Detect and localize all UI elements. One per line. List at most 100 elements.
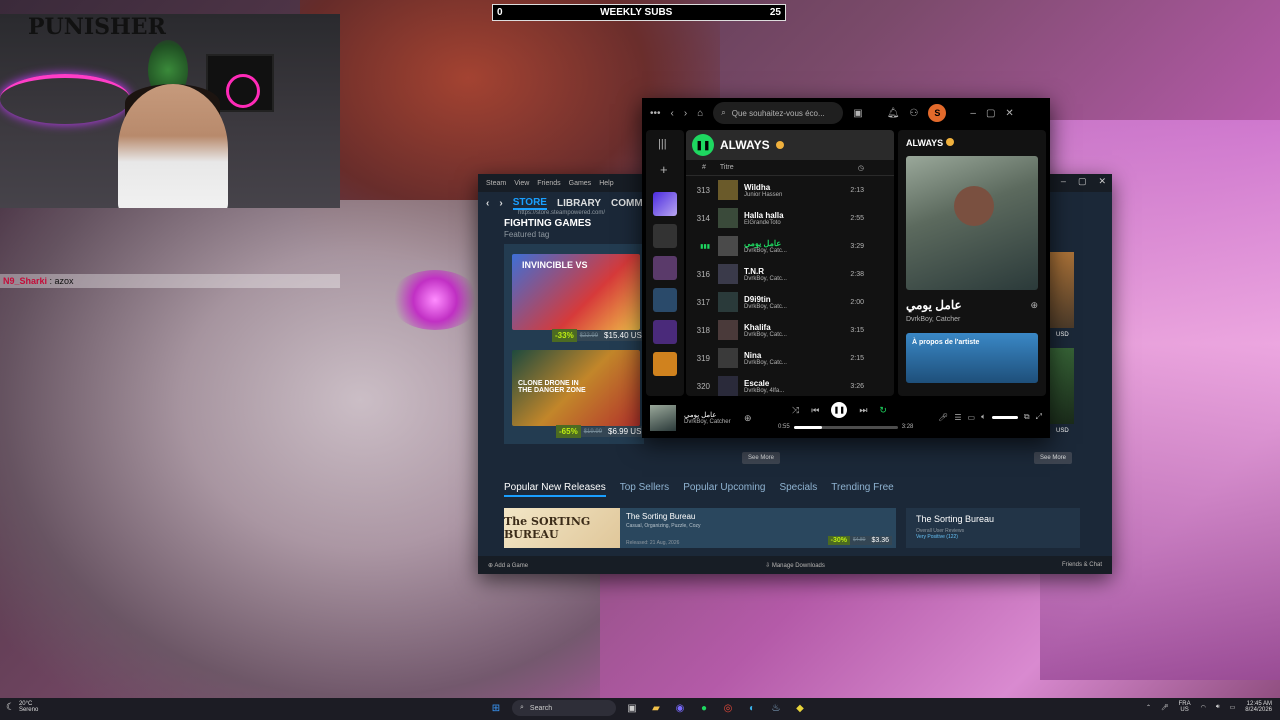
panel-title: ALWAYS [906, 138, 1038, 148]
forward-arrow-icon[interactable]: › [684, 108, 687, 119]
playlist-item[interactable] [653, 320, 677, 344]
tab-trending-free[interactable]: Trending Free [831, 482, 893, 497]
pause-button[interactable]: ❚❚ [831, 402, 848, 418]
forward-arrow-icon[interactable]: › [499, 198, 502, 209]
track-row[interactable]: 313 Wildha Junior Hassen 2:13 [686, 176, 894, 204]
price-block: -33% $22.99 $15.40 USD [552, 329, 651, 342]
playlist-title: ALWAYS [720, 138, 770, 152]
tab-store[interactable]: STORE [512, 197, 547, 210]
add-to-library-icon[interactable]: ⊕ [1030, 300, 1038, 311]
windows-start-icon[interactable]: ⊞ [488, 700, 504, 716]
miniplayer-icon[interactable]: ⧉ [1024, 412, 1030, 422]
track-row[interactable]: 320 Escale DvrkBoy, 4lfa... 3:26 [686, 372, 894, 396]
language-indicator[interactable]: FRA US [1179, 701, 1191, 713]
file-explorer-icon[interactable]: ▰ [648, 700, 664, 716]
playlist-item[interactable] [653, 288, 677, 312]
playlist-item[interactable] [653, 256, 677, 280]
bell-icon[interactable]: 🔔︎ [887, 108, 900, 119]
add-game-button[interactable]: ⊕ Add a Game [488, 562, 528, 569]
spotify-icon[interactable]: ● [696, 700, 712, 716]
minimize-icon[interactable]: – [970, 108, 976, 119]
search-icon: ⌕ [520, 704, 524, 711]
maximize-icon[interactable]: ▢ [986, 108, 995, 119]
track-row[interactable]: 314 Halla halla ElGrandeToto 2:55 [686, 204, 894, 232]
game-card-clone-drone[interactable]: CLONE DRONE IN THE DANGER ZONE [512, 350, 640, 426]
previous-icon[interactable]: ⏮︎ [811, 405, 819, 416]
playlist-item[interactable] [653, 224, 677, 248]
manage-downloads-button[interactable]: ⇩ Manage Downloads [765, 562, 825, 569]
discord-icon[interactable]: ◉ [672, 700, 688, 716]
see-more-button[interactable]: See More [742, 452, 781, 464]
battery-icon[interactable]: ▭ [1230, 704, 1236, 711]
progress-bar[interactable] [793, 425, 898, 429]
queue-icon[interactable]: ☰ [954, 413, 961, 422]
volume-icon[interactable]: 🔈︎ [981, 412, 986, 422]
weather-widget[interactable]: ☾ 20°C Sereno [6, 701, 38, 713]
track-row[interactable]: 319 Nina DvrkBoy, Catc... 2:15 [686, 344, 894, 372]
close-icon[interactable]: ✕ [1098, 176, 1106, 187]
next-icon[interactable]: ⏭︎ [859, 405, 867, 416]
chevron-up-icon[interactable]: ⌃ [1146, 704, 1151, 711]
menu-help[interactable]: Help [599, 180, 613, 187]
track-row[interactable]: 317 D9i9tin DvrkBoy, Catc... 2:00 [686, 288, 894, 316]
menu-view[interactable]: View [514, 180, 529, 187]
app-icon[interactable]: ◆ [792, 700, 808, 716]
now-song-title: عامل يومي [906, 298, 962, 312]
browse-icon[interactable]: ▣ [853, 108, 862, 119]
repeat-icon[interactable]: ↻ [879, 405, 887, 416]
track-row[interactable]: 318 Khalifa DvrkBoy, Catc... 3:15 [686, 316, 894, 344]
tab-popular-new[interactable]: Popular New Releases [504, 482, 606, 497]
track-number: 320 [696, 381, 710, 391]
wifi-icon[interactable]: ◠ [1201, 704, 1206, 711]
game-card-invincible[interactable]: INVINCIBLE VS [512, 254, 640, 330]
track-info: Escale DvrkBoy, 4lfa... [744, 379, 784, 394]
track-artwork [718, 348, 738, 368]
more-options-icon[interactable]: ••• [650, 108, 661, 119]
steam-icon[interactable]: ♨ [768, 700, 784, 716]
back-arrow-icon[interactable]: ‹ [671, 108, 674, 119]
microphone-icon[interactable]: 🎤︎ [938, 413, 948, 422]
liked-songs-icon[interactable] [653, 192, 677, 216]
microphone-icon[interactable]: 🎤︎ [1161, 704, 1169, 711]
track-duration: 2:13 [850, 186, 864, 194]
maximize-icon[interactable]: ▢ [1078, 176, 1087, 187]
devices-icon[interactable]: ▭ [968, 413, 976, 422]
add-icon[interactable]: + [660, 162, 668, 177]
release-row[interactable]: The SORTING BUREAU The Sorting Bureau Ca… [504, 508, 896, 548]
fullscreen-icon[interactable]: ⤢ [1036, 412, 1042, 422]
menu-friends[interactable]: Friends [537, 180, 560, 187]
edge-icon[interactable]: ◐ [744, 700, 760, 716]
tab-top-sellers[interactable]: Top Sellers [620, 482, 669, 497]
pause-button[interactable]: ❚❚ [692, 134, 714, 156]
library-icon[interactable]: ||| [658, 138, 667, 150]
spotify-topbar: ••• ‹ › ⌂ ⌕ Que souhaitez-vous éco... ▣ … [642, 98, 1050, 128]
about-artist-card[interactable]: À propos de l'artiste [906, 333, 1038, 383]
tab-specials[interactable]: Specials [779, 482, 817, 497]
shuffle-icon[interactable]: ⤨ [792, 405, 799, 416]
playlist-item[interactable] [653, 352, 677, 376]
home-icon[interactable]: ⌂ [697, 108, 703, 119]
steam-bottom-bar: ⊕ Add a Game ⇩ Manage Downloads Friends … [478, 556, 1112, 574]
search-input[interactable]: ⌕ Que souhaitez-vous éco... [713, 102, 844, 124]
tab-library[interactable]: LIBRARY [557, 198, 601, 209]
track-row[interactable]: ▮▮▮ عامل يومي DvrkBoy, Catc... 3:29 [686, 232, 894, 260]
friends-chat-button[interactable]: Friends & Chat [1062, 562, 1102, 568]
friends-icon[interactable]: ⚇ [909, 108, 918, 119]
avatar[interactable]: S [928, 104, 947, 122]
see-more-button[interactable]: See More [1034, 452, 1073, 464]
menu-steam[interactable]: Steam [486, 180, 506, 187]
taskbar-search[interactable]: ⌕ Search [512, 700, 616, 716]
back-arrow-icon[interactable]: ‹ [486, 198, 489, 209]
tab-popular-upcoming[interactable]: Popular Upcoming [683, 482, 765, 497]
clock[interactable]: 12:45 AM 8/24/2026 [1245, 701, 1272, 713]
track-row[interactable]: 316 T.N.R DvrkBoy, Catc... 2:38 [686, 260, 894, 288]
add-to-library-icon[interactable]: ⊕ [744, 413, 752, 424]
track-artist: ElGrandeToto [744, 219, 781, 226]
close-icon[interactable]: ✕ [1005, 108, 1013, 119]
menu-games[interactable]: Games [569, 180, 592, 187]
chrome-icon[interactable]: ◎ [720, 700, 736, 716]
minimize-icon[interactable]: – [1061, 176, 1066, 187]
volume-slider[interactable] [991, 415, 1018, 419]
task-view-icon[interactable]: ▣ [624, 700, 640, 716]
speaker-icon[interactable]: 🔊︎ [1216, 704, 1220, 711]
